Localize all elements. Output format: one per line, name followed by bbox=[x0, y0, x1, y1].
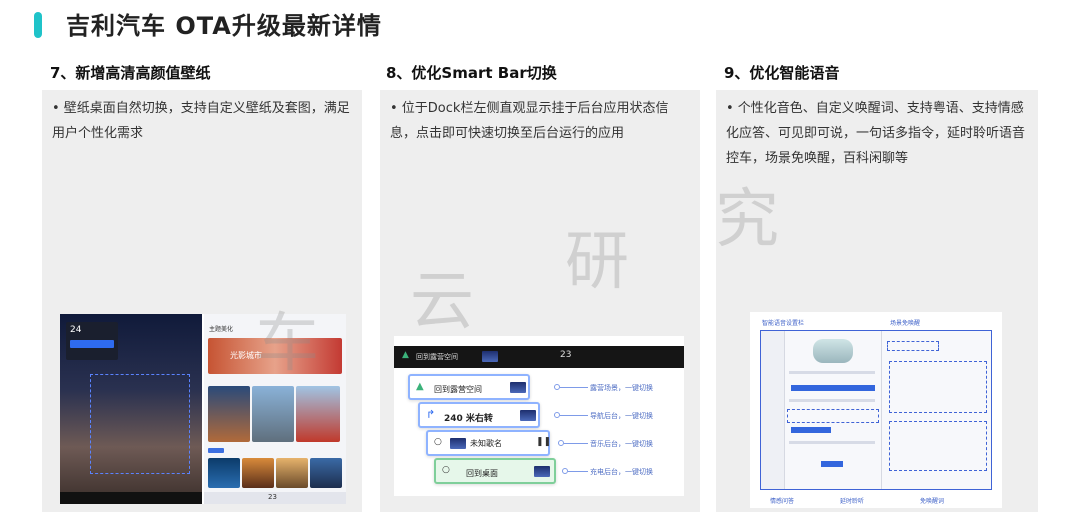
card-thumb bbox=[534, 466, 550, 477]
label-wakeup-free: 免唤醒词 bbox=[920, 498, 945, 505]
category-tab-active[interactable] bbox=[208, 448, 224, 453]
wallpaper-description: • 壁纸桌面自然切换，支持自定义壁纸及套图，满足用户个性化需求 bbox=[52, 101, 350, 141]
wakeup-list-box bbox=[889, 361, 987, 413]
highlight-box bbox=[787, 409, 879, 423]
wallpaper-thumb-1[interactable] bbox=[208, 386, 250, 442]
card-caption: 充电后台，一键切换 bbox=[590, 468, 653, 476]
smart-bar-description: • 位于Dock栏左侧直观显示挂于后台应用状态信息，点击即可快速切换至后台运行的… bbox=[390, 101, 669, 141]
voice-panel: • 个性化音色、自定义唤醒词、支持粤语、支持情感化应答、可见即可说，一句话多指令… bbox=[716, 90, 1038, 512]
card-caption: 露营场景，一键切换 bbox=[590, 384, 653, 392]
page-title: 吉利汽车 OTA升级最新详情 bbox=[66, 12, 382, 40]
nav-distance-label: 24 bbox=[70, 325, 82, 335]
watermark-char: 研 bbox=[565, 225, 629, 299]
wallpaper-thumb-2[interactable] bbox=[252, 386, 294, 442]
album-art bbox=[450, 438, 466, 449]
voice-tone-selector[interactable] bbox=[791, 385, 875, 391]
wakeup-list-box-2 bbox=[889, 421, 987, 471]
nav-widget: 24 bbox=[66, 322, 118, 360]
card-caption: 音乐后台，一键切换 bbox=[590, 440, 653, 448]
card-caption: 导航后台，一键切换 bbox=[590, 412, 653, 420]
panel-divider bbox=[881, 331, 882, 489]
smart-bar-card-music[interactable]: ○ 未知歌名 ❚❚ bbox=[426, 430, 551, 456]
setting-row bbox=[789, 371, 875, 374]
record-icon: ○ bbox=[434, 437, 442, 447]
label-delay-listen: 延时聆听 bbox=[840, 498, 865, 505]
widget-drop-zone bbox=[90, 374, 190, 474]
climate-temp: 23 bbox=[268, 493, 277, 501]
desktop-wallpaper-preview: 24 bbox=[60, 314, 202, 504]
setting-row bbox=[789, 441, 875, 444]
card-thumb bbox=[510, 382, 526, 393]
smart-bar-card-home[interactable]: ○ 回到桌面 bbox=[434, 458, 556, 484]
dock-bar: ▲ 回到露营空间 23 bbox=[394, 346, 684, 368]
scene-wakeup-highlight bbox=[887, 341, 939, 351]
section-heading-voice: 9、优化智能语音 bbox=[724, 64, 840, 82]
settings-sidebar bbox=[761, 331, 785, 489]
delay-listen-option[interactable] bbox=[821, 461, 843, 467]
voice-settings-frame bbox=[760, 330, 992, 490]
wallpaper-thumb-3[interactable] bbox=[296, 386, 340, 442]
camping-icon: ▲ bbox=[416, 381, 424, 392]
section-heading-smart-bar: 8、优化Smart Bar切换 bbox=[386, 64, 557, 82]
home-circle-icon: ○ bbox=[442, 465, 450, 475]
dock-bar-right: 23 bbox=[204, 492, 346, 504]
wallpaper-thumb-6[interactable] bbox=[276, 458, 308, 488]
connector-line bbox=[560, 415, 588, 416]
watermark-char: 车 bbox=[255, 307, 319, 381]
card-label: 未知歌名 bbox=[470, 439, 502, 448]
section-heading-wallpaper: 7、新增高清高颜值壁纸 bbox=[50, 64, 211, 82]
wake-word-toggle[interactable] bbox=[791, 427, 831, 433]
pause-icon[interactable]: ❚❚ bbox=[536, 437, 551, 447]
voice-description: • 个性化音色、自定义唤醒词、支持粤语、支持情感化应答、可见即可说，一句话多指令… bbox=[726, 101, 1026, 166]
wallpaper-thumb-7[interactable] bbox=[310, 458, 342, 488]
watermark-char: 云 bbox=[410, 265, 474, 339]
wallpaper-thumb-5[interactable] bbox=[242, 458, 274, 488]
smart-bar-card-navigation[interactable]: ↱ 240 米右转 bbox=[418, 402, 540, 428]
label-voice-settings: 智能语音设置栏 bbox=[762, 320, 805, 327]
smart-bar-screenshot: ▲ 回到露营空间 23 ▲ 回到露营空间 ↱ 240 米右转 ○ 未知歌名 ❚❚… bbox=[394, 336, 684, 496]
voice-screenshot: 智能语音设置栏 场景免唤醒 情感问答 延时聆听 免唤醒词 bbox=[750, 312, 1002, 508]
card-label: 回到露营空间 bbox=[434, 385, 482, 394]
label-scene-wakeup: 场景免唤醒 bbox=[890, 320, 921, 327]
dock-status-label[interactable]: 回到露营空间 bbox=[416, 352, 458, 362]
app-icon: ▲ bbox=[402, 350, 409, 360]
label-emotional-qa: 情感问答 bbox=[770, 498, 795, 505]
setting-row bbox=[789, 399, 875, 402]
connector-line bbox=[560, 387, 588, 388]
turn-right-icon: ↱ bbox=[426, 408, 436, 421]
dock-app-thumb bbox=[482, 351, 498, 362]
card-label: 240 米右转 bbox=[444, 414, 493, 424]
wallpaper-thumb-4[interactable] bbox=[208, 458, 240, 488]
smart-bar-card-camping[interactable]: ▲ 回到露营空间 bbox=[408, 374, 530, 400]
dock-temp: 23 bbox=[560, 350, 572, 360]
connector-line bbox=[564, 443, 588, 444]
theme-settings-title: 主题美化 bbox=[209, 326, 234, 333]
car-model-image bbox=[813, 339, 853, 363]
connector-line bbox=[568, 471, 588, 472]
card-thumb bbox=[520, 410, 536, 421]
title-accent-bar bbox=[34, 12, 42, 38]
nav-progress bbox=[70, 340, 114, 348]
card-label: 回到桌面 bbox=[466, 469, 498, 478]
watermark-char: 究 bbox=[715, 183, 779, 257]
dock-bar-left bbox=[60, 492, 202, 504]
